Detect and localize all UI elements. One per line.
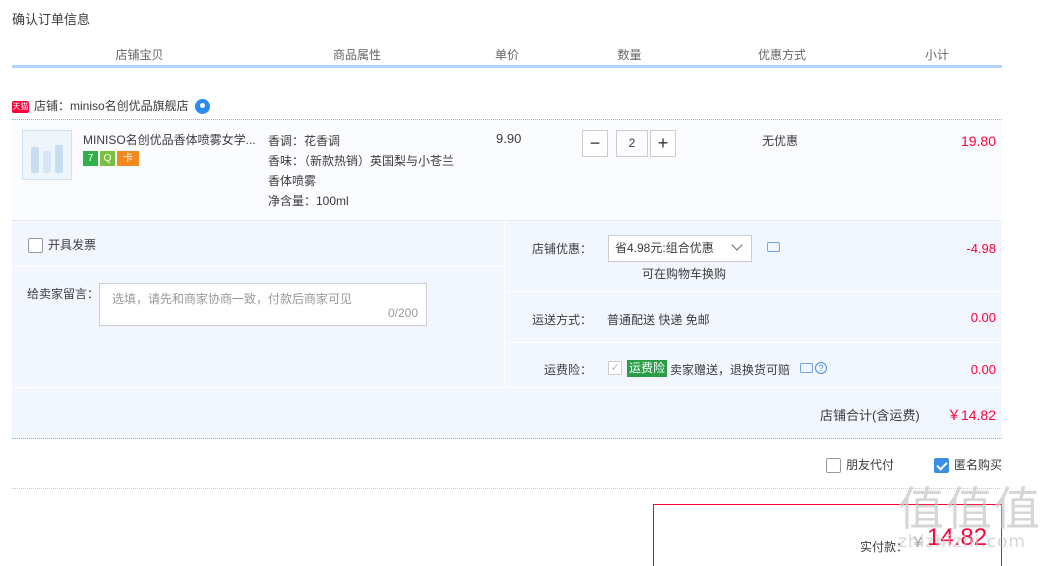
product-attributes: 香调：花香调 香味：（新款热销）英国梨与小苍兰香体喷雾 净含量：100ml — [268, 131, 458, 211]
shipping-label: 运送方式： — [532, 313, 593, 327]
tmall-icon: 天猫 — [12, 100, 29, 113]
message-label: 给卖家留言： — [27, 287, 100, 301]
quality-assurance-icon[interactable]: Q — [100, 151, 115, 166]
site-watermark: 值值值 zhizhizhi.com — [898, 484, 1043, 566]
anonymous-buy-option[interactable]: 匿名购买 — [934, 456, 1003, 474]
header-divider — [870, 62, 874, 64]
shop-discount-amount: -4.98 — [966, 241, 996, 256]
header-divider — [690, 62, 694, 64]
header-attrs: 商品属性 — [332, 48, 381, 62]
shipping-method: 普通配送 快递 免邮 — [607, 313, 710, 327]
insurance-tag: 运费险 — [627, 360, 668, 377]
shop-discount-select[interactable]: 省4.98元:组合优惠 — [608, 235, 752, 262]
invoice-label: 开具发票 — [48, 238, 97, 252]
help-icon[interactable]: ? — [815, 362, 827, 374]
shop-discount-value: 省4.98元:组合优惠 — [615, 241, 714, 255]
attr-scent-type: 香调：花香调 — [268, 134, 341, 148]
promo-method: 无优惠 — [762, 134, 799, 148]
divider — [507, 291, 1002, 292]
friend-pay-checkbox[interactable] — [826, 458, 841, 474]
shop-discount-label: 店铺优惠： — [532, 242, 593, 256]
divider — [12, 387, 1002, 388]
header-divider — [565, 62, 569, 64]
invoice-checkbox[interactable] — [28, 238, 43, 254]
item-subtotal: 19.80 — [960, 133, 996, 149]
seven-day-return-icon[interactable]: 7 — [83, 151, 98, 166]
anonymous-buy-checkbox[interactable] — [934, 458, 949, 474]
watermark-domain: zhizhizhi.com — [898, 532, 1026, 552]
insurance-amount: 0.00 — [970, 362, 996, 377]
chat-bubble-icon[interactable] — [800, 363, 813, 373]
header-divider — [265, 62, 269, 64]
watermark-logo: 值值值 — [898, 482, 1042, 536]
thumb-bottle — [43, 151, 51, 173]
unit-price: 9.90 — [496, 131, 522, 146]
thumb-bottle — [55, 145, 63, 173]
shop-row: 天猫 店铺：miniso名创优品旗舰店 — [12, 96, 210, 116]
decrease-quantity-button[interactable]: − — [582, 130, 608, 157]
shop-name[interactable]: 店铺：miniso名创优品旗舰店 — [34, 99, 189, 113]
attr-scent: 香味：（新款热销）英国梨与小苍兰香体喷雾 — [268, 154, 455, 188]
insurance-label: 运费险： — [544, 363, 593, 377]
anonymous-buy-label: 匿名购买 — [954, 458, 1003, 472]
shop-total-label: 店铺合计(含运费) — [820, 408, 920, 423]
insurance-checkbox: ✓ — [608, 361, 622, 375]
divider — [12, 488, 1002, 489]
shipping-amount: 0.00 — [970, 310, 996, 325]
wangwang-chat-icon[interactable] — [194, 99, 210, 115]
chevron-down-icon — [731, 239, 743, 251]
order-extra-panel: 开具发票 给卖家留言： 选填，请先和商家协商一致，付款后商家可见 0/200 店… — [12, 221, 1002, 439]
service-badges: 7Q卡 — [83, 151, 141, 166]
quantity-input[interactable]: 2 — [616, 130, 648, 157]
thumb-bottle — [31, 147, 39, 173]
shop-total-amount: ￥14.82 — [946, 407, 996, 423]
header-divider — [445, 62, 449, 64]
order-item-row: MINISO名创优品香体喷雾女学... 7Q卡 香调：花香调 香味：（新款热销）… — [12, 119, 1002, 221]
product-thumbnail[interactable] — [22, 130, 72, 180]
header-subtotal: 小计 — [924, 48, 949, 62]
product-name-link[interactable]: MINISO名创优品香体喷雾女学... — [83, 131, 263, 148]
header-price: 单价 — [494, 48, 519, 62]
divider — [507, 342, 1002, 343]
message-placeholder: 选填，请先和商家协商一致，付款后商家可见 — [112, 292, 353, 306]
header-promo: 优惠方式 — [757, 48, 806, 62]
table-header: 店铺宝贝 商品属性 单价 数量 优惠方式 小计 — [12, 46, 1002, 68]
attr-volume: 净含量：100ml — [268, 194, 349, 208]
insurance-desc: 卖家赠送，退换货可赔 — [670, 363, 791, 377]
cart-exchange-note: 可在购物车换购 — [642, 267, 727, 281]
message-counter: 0/200 — [387, 306, 418, 320]
friend-pay-option[interactable]: 朋友代付 — [826, 456, 895, 474]
increase-quantity-button[interactable]: + — [650, 130, 676, 157]
header-item: 店铺宝贝 — [115, 48, 164, 62]
credit-card-icon[interactable]: 卡 — [117, 151, 139, 166]
header-qty: 数量 — [617, 48, 642, 62]
left-panel: 开具发票 给卖家留言： 选填，请先和商家协商一致，付款后商家可见 0/200 — [12, 221, 505, 387]
invoice-option[interactable]: 开具发票 — [28, 236, 97, 254]
divider — [12, 266, 505, 267]
page-title: 确认订单信息 — [12, 12, 91, 27]
friend-pay-label: 朋友代付 — [846, 458, 895, 472]
seller-message-textarea[interactable]: 选填，请先和商家协商一致，付款后商家可见 0/200 — [99, 283, 427, 326]
chat-bubble-icon[interactable] — [767, 242, 780, 252]
